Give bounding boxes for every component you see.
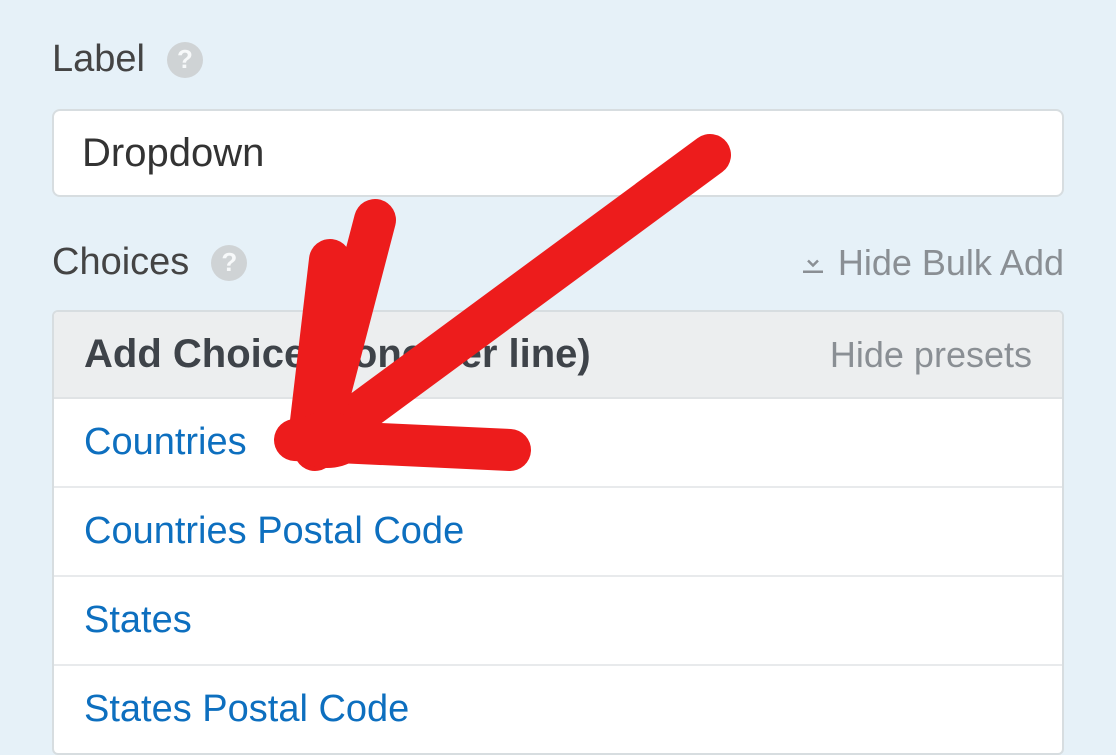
- choices-section-header: Choices ? Hide Bulk Add: [52, 241, 1064, 284]
- choices-title: Choices: [52, 241, 189, 284]
- panel-header: Add Choices (one per line) Hide presets: [54, 312, 1062, 399]
- preset-item-states-postal-code[interactable]: States Postal Code: [54, 666, 1062, 753]
- help-icon[interactable]: ?: [167, 42, 203, 78]
- bulk-link-text: Hide Bulk Add: [838, 242, 1064, 284]
- label-section-header: Label ?: [52, 38, 1064, 81]
- preset-item-states[interactable]: States: [54, 577, 1062, 666]
- download-icon: [798, 248, 828, 278]
- preset-item-countries[interactable]: Countries: [54, 399, 1062, 488]
- form-field-settings: Label ? Choices ? Hide Bulk Add Add Choi…: [0, 0, 1116, 755]
- choices-title-group: Choices ?: [52, 241, 247, 284]
- label-input[interactable]: [52, 109, 1064, 197]
- preset-item-countries-postal-code[interactable]: Countries Postal Code: [54, 488, 1062, 577]
- choices-panel: Add Choices (one per line) Hide presets …: [52, 310, 1064, 755]
- hide-bulk-add-link[interactable]: Hide Bulk Add: [798, 242, 1064, 284]
- hide-presets-link[interactable]: Hide presets: [830, 334, 1032, 376]
- panel-title: Add Choices (one per line): [84, 332, 591, 377]
- label-title: Label: [52, 38, 145, 81]
- help-icon[interactable]: ?: [211, 245, 247, 281]
